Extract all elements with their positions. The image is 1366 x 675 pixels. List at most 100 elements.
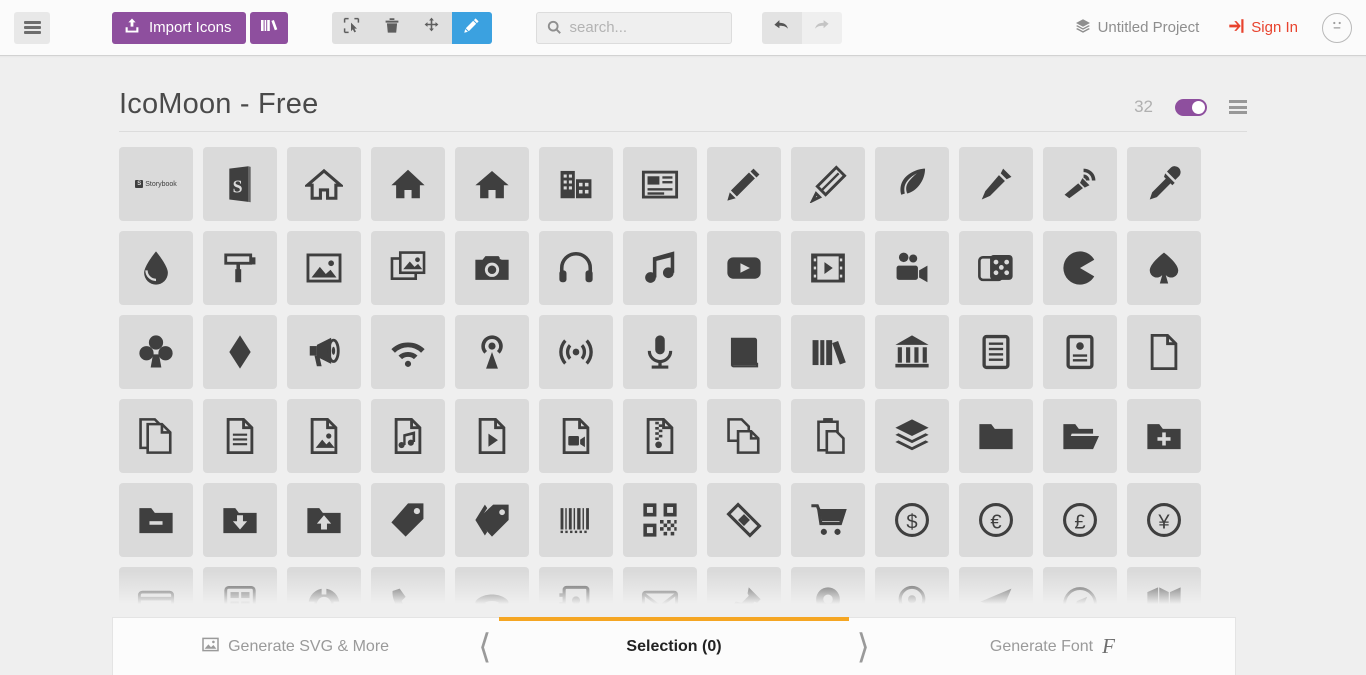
icon-tile[interactable]	[371, 399, 445, 473]
icon-tile[interactable]	[959, 315, 1033, 389]
icon-tile[interactable]	[287, 147, 361, 221]
icon-tile[interactable]	[287, 399, 361, 473]
library-icon	[893, 333, 931, 371]
icon-tile[interactable]	[455, 399, 529, 473]
icon-tile[interactable]	[707, 147, 781, 221]
icon-tile[interactable]	[539, 231, 613, 305]
selection-tab[interactable]: Selection (0)	[491, 617, 856, 675]
icon-tile[interactable]: £	[1043, 483, 1117, 557]
icon-tile[interactable]	[287, 315, 361, 389]
icon-tile[interactable]	[791, 399, 865, 473]
icon-tile[interactable]: S	[203, 147, 277, 221]
icon-tile[interactable]	[1043, 399, 1117, 473]
sign-in-button[interactable]: Sign In	[1227, 18, 1298, 38]
icon-tile[interactable]	[371, 147, 445, 221]
icon-tile[interactable]	[119, 399, 193, 473]
icon-tile[interactable]	[371, 231, 445, 305]
icon-tile[interactable]	[623, 483, 697, 557]
import-icons-button[interactable]: Import Icons	[112, 11, 246, 44]
main-menu-button[interactable]	[14, 11, 50, 44]
edit-tool-button[interactable]	[451, 11, 492, 44]
coin-pound-icon: £	[1061, 501, 1099, 539]
icon-tile[interactable]: S Storybook	[119, 147, 193, 221]
list-menu-icon[interactable]	[1229, 100, 1247, 114]
move-tool-button[interactable]	[412, 12, 452, 44]
icon-tile[interactable]: ¥	[1127, 483, 1201, 557]
icon-tile[interactable]	[203, 399, 277, 473]
icon-tile[interactable]	[539, 147, 613, 221]
search-input[interactable]	[569, 19, 720, 36]
icon-tile[interactable]	[791, 231, 865, 305]
icon-tile[interactable]	[875, 147, 949, 221]
icon-tile[interactable]	[1127, 399, 1201, 473]
icon-tile[interactable]	[791, 483, 865, 557]
icon-tile[interactable]	[455, 147, 529, 221]
pacman-icon	[1061, 249, 1099, 287]
icon-tile[interactable]	[1127, 315, 1201, 389]
home-outline-icon	[305, 165, 343, 203]
icon-tile[interactable]	[119, 483, 193, 557]
select-tool-button[interactable]	[332, 12, 372, 44]
storybook-wordmark-icon: S Storybook	[135, 180, 177, 188]
coin-yen-icon: ¥	[1145, 501, 1183, 539]
icon-tile[interactable]	[1127, 231, 1201, 305]
icon-tile[interactable]	[623, 399, 697, 473]
icon-tile[interactable]	[959, 399, 1033, 473]
undo-button[interactable]	[761, 11, 802, 44]
icon-tile[interactable]	[707, 315, 781, 389]
icon-tile[interactable]: €	[959, 483, 1033, 557]
icon-tile[interactable]	[371, 483, 445, 557]
icon-tile[interactable]	[707, 399, 781, 473]
icon-tile[interactable]	[1043, 231, 1117, 305]
icon-tile[interactable]	[287, 483, 361, 557]
header-right-group: Untitled Project Sign In	[1075, 12, 1366, 43]
icon-tile[interactable]	[1043, 315, 1117, 389]
icon-tile[interactable]	[287, 231, 361, 305]
eyedropper-icon	[1145, 165, 1183, 203]
pencil-icon	[725, 165, 763, 203]
icon-tile[interactable]	[539, 315, 613, 389]
project-button[interactable]: Untitled Project	[1075, 18, 1199, 38]
icon-library-button[interactable]	[249, 11, 288, 44]
icon-tile[interactable]	[875, 399, 949, 473]
redo-button[interactable]	[801, 11, 842, 44]
spades-icon	[1145, 249, 1183, 287]
icon-tile[interactable]	[119, 315, 193, 389]
icon-tile[interactable]	[455, 483, 529, 557]
file-text-icon	[977, 333, 1015, 371]
film-icon	[809, 249, 847, 287]
icon-tile[interactable]	[455, 231, 529, 305]
delete-tool-button[interactable]	[372, 12, 412, 44]
icon-tile[interactable]	[623, 231, 697, 305]
avatar[interactable]	[1322, 12, 1352, 43]
icon-tile[interactable]	[791, 315, 865, 389]
icon-tile[interactable]	[959, 147, 1033, 221]
icon-tile[interactable]	[875, 231, 949, 305]
generate-svg-tab[interactable]: Generate SVG & More	[113, 618, 478, 675]
icon-tile[interactable]	[203, 483, 277, 557]
icon-tile[interactable]	[875, 315, 949, 389]
icon-tile[interactable]	[539, 483, 613, 557]
icon-tile[interactable]	[539, 399, 613, 473]
set-visibility-toggle[interactable]	[1175, 98, 1207, 116]
icon-tile[interactable]	[203, 231, 277, 305]
icon-tile[interactable]	[959, 231, 1033, 305]
redo-arrow-icon	[813, 18, 830, 38]
icon-tile[interactable]	[371, 315, 445, 389]
icon-tile[interactable]	[623, 315, 697, 389]
stack-icon	[893, 417, 931, 455]
icon-tile[interactable]	[707, 483, 781, 557]
icon-tile[interactable]	[1043, 147, 1117, 221]
generate-font-tab[interactable]: Generate Font F	[870, 618, 1235, 675]
search-box[interactable]	[535, 11, 732, 44]
icon-tile[interactable]	[455, 315, 529, 389]
icon-tile[interactable]	[119, 231, 193, 305]
icon-set-tools: 32	[1134, 97, 1247, 121]
icon-tile[interactable]: $	[875, 483, 949, 557]
icon-tile[interactable]	[203, 315, 277, 389]
icon-tile[interactable]	[623, 147, 697, 221]
office-icon	[557, 165, 595, 203]
icon-tile[interactable]	[707, 231, 781, 305]
icon-tile[interactable]	[1127, 147, 1201, 221]
icon-tile[interactable]	[791, 147, 865, 221]
